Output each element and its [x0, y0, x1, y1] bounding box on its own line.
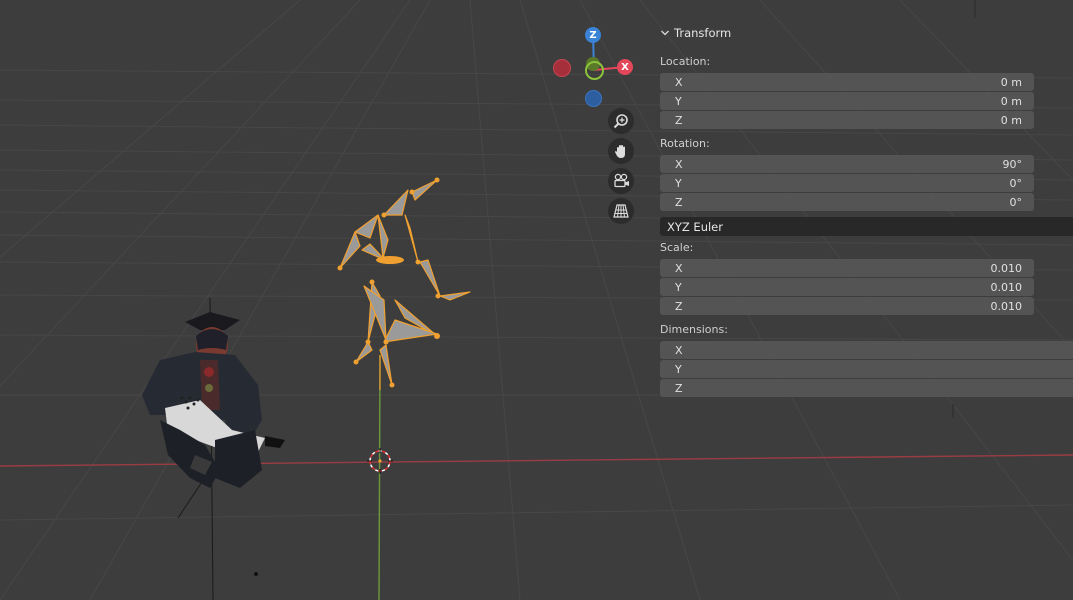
transform-title: Transform [674, 26, 732, 40]
scale-label: Scale: [660, 241, 694, 254]
field-value: 0° [1009, 176, 1023, 190]
axis-label: Z [675, 195, 683, 209]
axis-label: Y [675, 280, 682, 294]
scale-z-field[interactable]: Z 0.010 [660, 297, 1034, 315]
zoom-icon [613, 114, 628, 129]
grid-perspective-icon [613, 204, 629, 218]
rotation-label: Rotation: [660, 137, 710, 150]
rotation-mode-dropdown[interactable]: XYZ Euler [660, 217, 1073, 236]
axis-label: Y [675, 362, 682, 376]
location-z-field[interactable]: Z 0 m [660, 111, 1034, 129]
axis-label: X [675, 157, 683, 171]
field-value: 0.010 [990, 261, 1023, 275]
transform-panel: Transform Location: X 0 m Y 0 m Z 0 m Rotat… [652, 18, 1073, 402]
location-label: Location: [660, 55, 711, 68]
axis-label: Z [675, 381, 683, 395]
transform-panel-header[interactable]: Transform [660, 25, 731, 41]
gizmo-x-label: X [621, 61, 629, 73]
location-y-field[interactable]: Y 0 m [660, 92, 1034, 110]
gizmo-x-negative[interactable] [553, 59, 571, 77]
dimensions-label: Dimensions: [660, 323, 728, 336]
zoom-button[interactable] [608, 108, 634, 134]
scale-x-field[interactable]: X 0.010 [660, 259, 1034, 277]
axis-label: Y [675, 176, 682, 190]
rotation-y-field[interactable]: Y 0° [660, 174, 1034, 192]
axis-label: Y [675, 94, 682, 108]
field-value: 0.010 [990, 280, 1023, 294]
camera-icon [614, 173, 629, 188]
axis-label: X [675, 261, 683, 275]
dimensions-y-field[interactable]: Y [660, 360, 1073, 378]
pan-button[interactable] [608, 138, 634, 164]
field-value: 0 m [1000, 75, 1022, 89]
rotation-z-field[interactable]: Z 0° [660, 193, 1034, 211]
axis-label: Z [675, 299, 683, 313]
field-value: 90° [1002, 157, 1023, 171]
axis-label: X [675, 343, 683, 357]
rotation-x-field[interactable]: X 90° [660, 155, 1034, 173]
axis-label: X [675, 75, 683, 89]
camera-view-button[interactable] [608, 168, 634, 194]
axis-label: Z [675, 113, 683, 127]
hand-pan-icon [615, 145, 625, 158]
gizmo-y-positive[interactable] [585, 61, 604, 80]
scale-y-field[interactable]: Y 0.010 [660, 278, 1034, 296]
field-value: 0 m [1000, 113, 1022, 127]
location-x-field[interactable]: X 0 m [660, 73, 1034, 91]
dimensions-z-field[interactable]: Z [660, 379, 1073, 397]
gizmo-x-positive[interactable]: X [617, 59, 633, 75]
field-value: 0.010 [990, 299, 1023, 313]
chevron-down-icon [661, 30, 669, 36]
dimensions-x-field[interactable]: X [660, 341, 1073, 359]
gizmo-z-positive[interactable]: Z [585, 27, 601, 43]
gizmo-z-negative[interactable] [585, 90, 602, 107]
gizmo-z-label: Z [589, 29, 597, 41]
field-value: 0 m [1000, 94, 1022, 108]
perspective-toggle-button[interactable] [608, 198, 634, 224]
field-value: 0° [1009, 195, 1023, 209]
